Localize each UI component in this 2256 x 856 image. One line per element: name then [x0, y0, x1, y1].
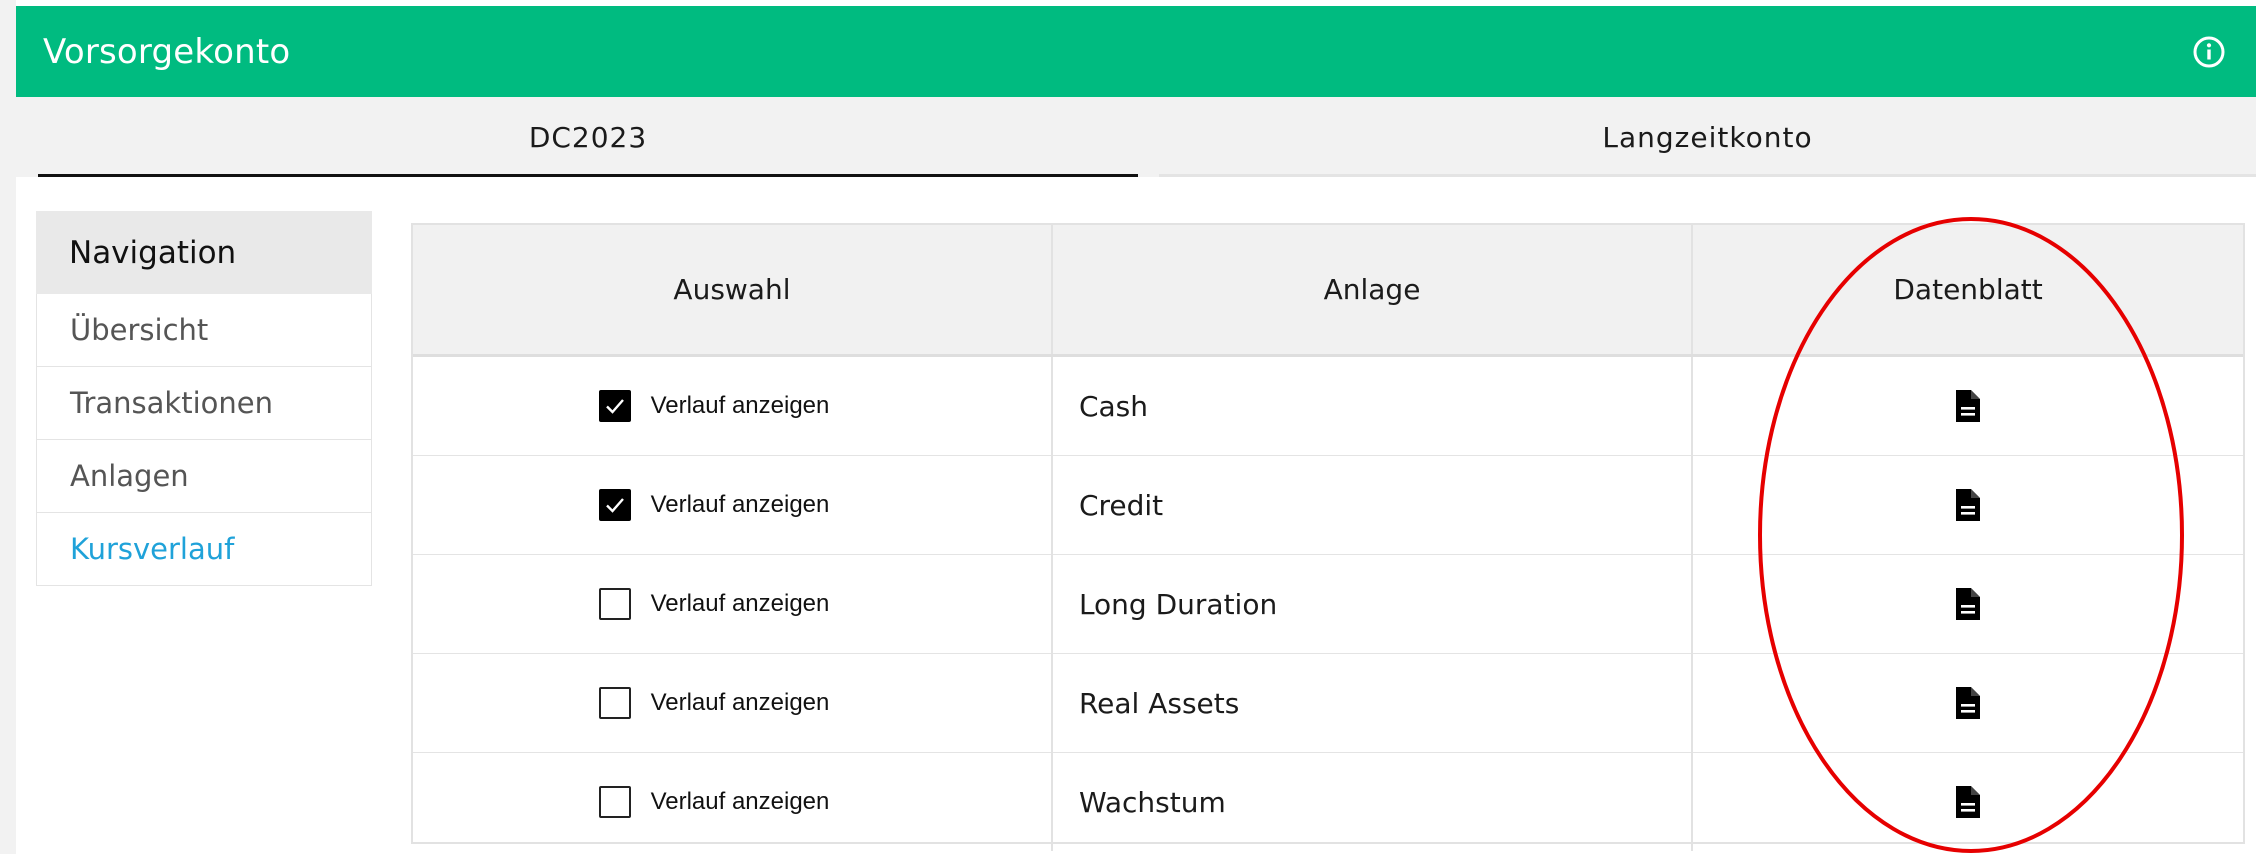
- table-row: Verlauf anzeigen Cash: [413, 355, 2243, 456]
- document-icon[interactable]: [1953, 784, 1983, 820]
- show-history-checkbox[interactable]: [598, 786, 631, 818]
- show-history-checkbox[interactable]: [598, 588, 631, 620]
- investments-table: Auswahl Anlage Datenblatt Verlauf anzeig…: [411, 223, 2245, 851]
- document-icon[interactable]: [1953, 685, 1983, 721]
- window-left-edge: [0, 0, 16, 854]
- document-icon[interactable]: [1953, 487, 1983, 523]
- navigation-title: Navigation: [36, 211, 372, 294]
- sidebar-item-kursverlauf[interactable]: Kursverlauf: [36, 513, 372, 586]
- show-history-checkbox[interactable]: [598, 687, 631, 719]
- select-control: Verlauf anzeigen: [414, 457, 1050, 553]
- sidebar-item-anlagen[interactable]: Anlagen: [36, 440, 372, 513]
- column-header-anlage: Anlage: [1051, 225, 1694, 357]
- show-history-label[interactable]: Verlauf anzeigen: [651, 491, 830, 519]
- sidebar-item-transaktionen[interactable]: Transaktionen: [36, 367, 372, 440]
- select-control: Verlauf anzeigen: [414, 358, 1050, 454]
- column-header-datenblatt: Datenblatt: [1692, 225, 2243, 357]
- table-row: Verlauf anzeigen Long Duration: [413, 554, 2243, 654]
- select-control: Verlauf anzeigen: [414, 655, 1050, 751]
- show-history-label[interactable]: Verlauf anzeigen: [651, 590, 830, 618]
- cell-datenblatt: [1692, 455, 2243, 555]
- tab-dc2023[interactable]: DC2023: [38, 97, 1138, 177]
- cell-auswahl: Verlauf anzeigen: [413, 355, 1053, 456]
- checkmark-icon: [605, 399, 624, 414]
- table-row: Verlauf anzeigen Credit: [413, 455, 2243, 555]
- cell-auswahl: Verlauf anzeigen: [413, 554, 1053, 654]
- cell-anlage: Cash: [1051, 355, 1694, 456]
- select-control: Verlauf anzeigen: [414, 754, 1050, 850]
- table-row: Verlauf anzeigen Wachstum: [413, 752, 2243, 851]
- cell-datenblatt: [1692, 554, 2243, 654]
- cell-datenblatt: [1692, 752, 2243, 851]
- cell-anlage: Long Duration: [1051, 554, 1694, 654]
- app-header: Vorsorgekonto: [16, 6, 2256, 97]
- info-icon[interactable]: [2190, 33, 2228, 71]
- cell-datenblatt: [1692, 355, 2243, 456]
- cell-anlage: Wachstum: [1051, 752, 1694, 851]
- cell-auswahl: Verlauf anzeigen: [413, 653, 1053, 753]
- show-history-checkbox[interactable]: [598, 489, 631, 521]
- cell-anlage: Credit: [1051, 455, 1694, 555]
- table-header-row: Auswahl Anlage Datenblatt: [413, 225, 2243, 357]
- account-tabs: DC2023 Langzeitkonto: [16, 97, 2256, 177]
- show-history-label[interactable]: Verlauf anzeigen: [651, 788, 830, 816]
- select-control: Verlauf anzeigen: [414, 556, 1050, 652]
- document-icon[interactable]: [1953, 586, 1983, 622]
- cell-auswahl: Verlauf anzeigen: [413, 455, 1053, 555]
- content-gutter: [16, 177, 38, 854]
- show-history-label[interactable]: Verlauf anzeigen: [651, 689, 830, 717]
- sidebar-item-uebersicht[interactable]: Übersicht: [36, 294, 372, 367]
- navigation-sidebar: Navigation Übersicht Transaktionen Anlag…: [36, 211, 372, 586]
- checkmark-icon: [605, 498, 624, 513]
- cell-anlage: Real Assets: [1051, 653, 1694, 753]
- column-header-auswahl: Auswahl: [413, 225, 1053, 357]
- page-title: Vorsorgekonto: [43, 31, 291, 72]
- cell-datenblatt: [1692, 653, 2243, 753]
- document-icon[interactable]: [1953, 388, 1983, 424]
- tab-langzeitkonto[interactable]: Langzeitkonto: [1159, 97, 2256, 177]
- show-history-checkbox[interactable]: [598, 390, 631, 422]
- cell-auswahl: Verlauf anzeigen: [413, 752, 1053, 851]
- show-history-label[interactable]: Verlauf anzeigen: [651, 392, 830, 420]
- table-row: Verlauf anzeigen Real Assets: [413, 653, 2243, 753]
